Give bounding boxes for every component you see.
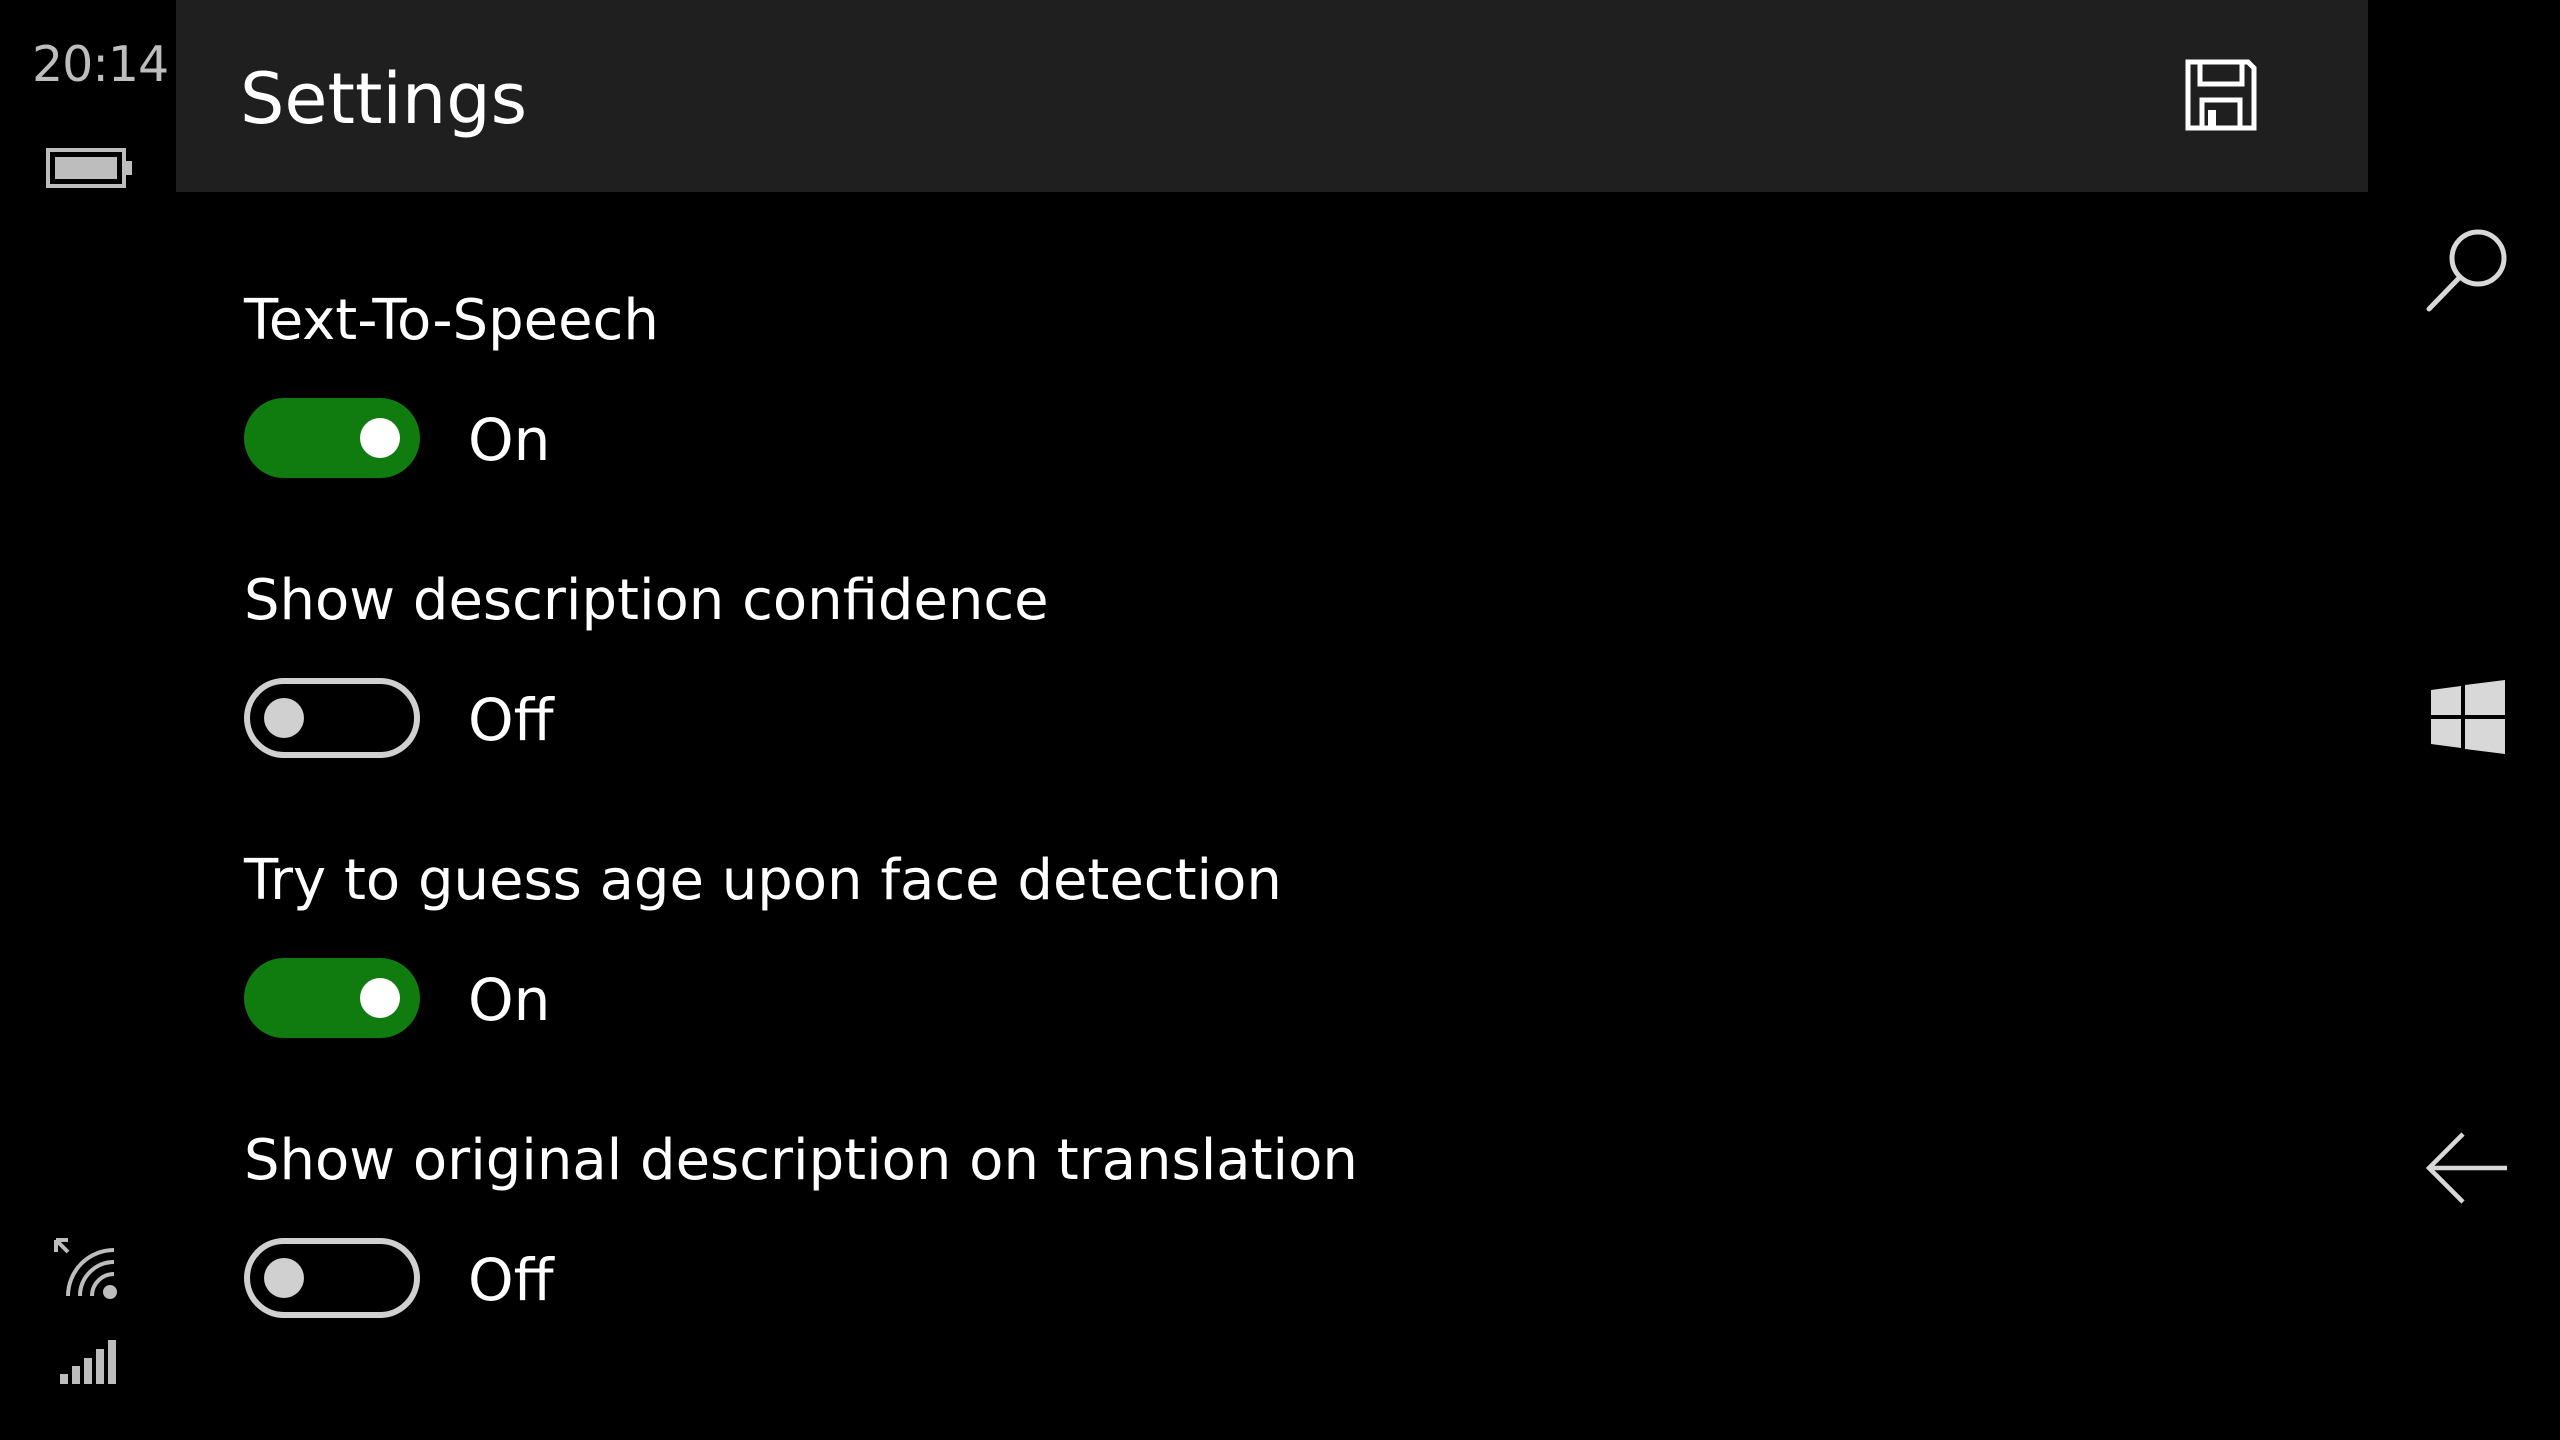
header-bar: Settings <box>176 0 2368 192</box>
setting-text-to-speech: Text-To-Speech On <box>244 192 2144 478</box>
navigation-bar <box>2368 0 2560 1440</box>
search-icon <box>2426 229 2507 312</box>
search-button[interactable] <box>2408 210 2528 330</box>
save-icon <box>2185 59 2257 131</box>
toggle-knob <box>264 1258 304 1298</box>
page-title: Settings <box>240 58 528 140</box>
setting-guess-age: Try to guess age upon face detection On <box>244 752 2144 1038</box>
description-confidence-toggle[interactable] <box>244 678 420 758</box>
battery-icon <box>46 148 132 188</box>
screen: 20:14 Settings Text-To-Speech On Show de… <box>0 0 2560 1440</box>
toggle-state-text: On <box>468 406 551 474</box>
guess-age-toggle[interactable] <box>244 958 420 1038</box>
toggle-knob <box>360 418 400 458</box>
toggle-state-text: Off <box>468 686 554 754</box>
status-bar: 20:14 <box>0 0 176 1440</box>
wifi-icon <box>54 1238 117 1299</box>
start-button[interactable] <box>2408 658 2528 778</box>
windows-icon <box>2431 680 2505 754</box>
toggle-knob <box>360 978 400 1018</box>
setting-label: Show original description on translation <box>244 1128 1358 1193</box>
setting-label: Try to guess age upon face detection <box>244 848 1282 913</box>
setting-show-description-confidence: Show description confidence Off <box>244 472 2144 758</box>
toggle-state-text: Off <box>468 1246 554 1314</box>
toggle-knob <box>264 698 304 738</box>
signal-icon <box>60 1340 116 1384</box>
original-description-toggle[interactable] <box>244 1238 420 1318</box>
status-time: 20:14 <box>32 36 169 93</box>
back-arrow-icon <box>2425 1132 2507 1204</box>
back-button[interactable] <box>2408 1108 2528 1228</box>
toggle-state-text: On <box>468 966 551 1034</box>
text-to-speech-toggle[interactable] <box>244 398 420 478</box>
save-button[interactable] <box>2166 40 2276 150</box>
setting-label: Show description confidence <box>244 568 1049 633</box>
setting-label: Text-To-Speech <box>244 288 659 353</box>
setting-show-original-description: Show original description on translation… <box>244 1032 2144 1318</box>
